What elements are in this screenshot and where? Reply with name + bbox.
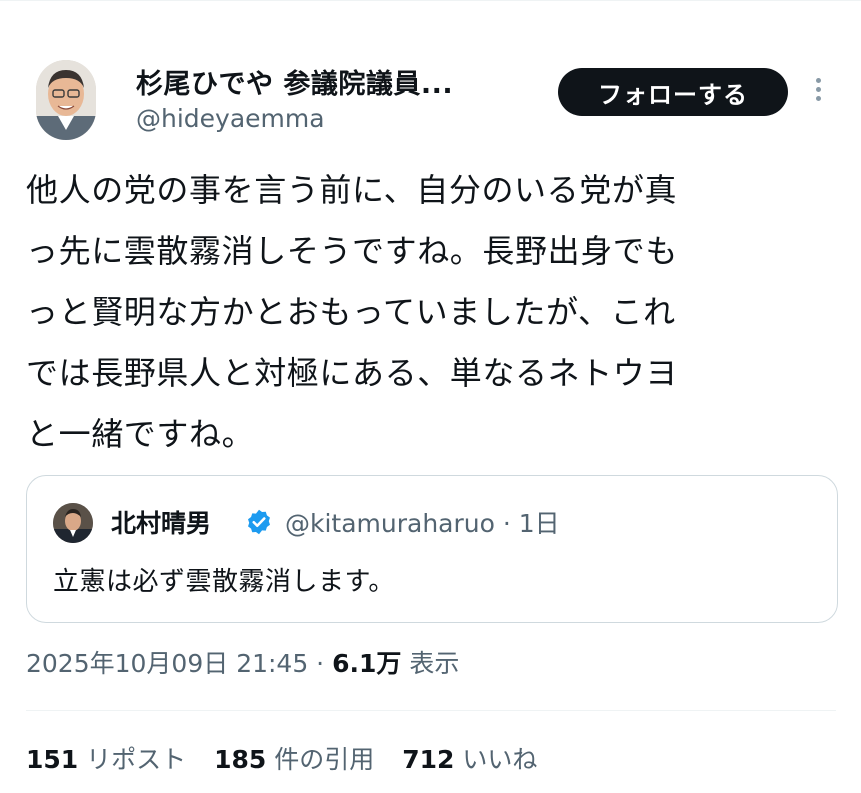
stats-divider — [26, 710, 836, 711]
engagement-stats: 151 リポスト 185 件の引用 712 いいね — [26, 740, 557, 776]
author-avatar-photo — [36, 60, 96, 140]
view-count: 6.1万 — [332, 649, 402, 678]
author-display-name[interactable]: 杉尾ひでや 参議院議員... — [136, 62, 453, 101]
likes-stat[interactable]: 712 いいね — [402, 745, 537, 774]
verified-badge-icon — [248, 509, 270, 535]
quoted-tweet-card[interactable]: 北村晴男 @kitamuraharuo · 1日 立憲は必ず雲散霧消します。 — [26, 475, 838, 623]
quoted-author-handle-time: @kitamuraharuo · 1日 — [285, 509, 560, 538]
top-divider — [0, 0, 861, 1]
tweet-text-line: っと賢明な方かとおもっていましたが、これ — [26, 293, 676, 331]
tweet-datetime[interactable]: 2025年10月09日 21:45 · — [26, 649, 332, 678]
repost-label: リポスト — [78, 745, 187, 774]
quote-label: 件の引用 — [266, 745, 375, 774]
author-handle[interactable]: @hideyaemma — [136, 104, 325, 133]
tweet-text-line: っ先に雲散霧消しそうですね。長野出身でも — [26, 232, 679, 270]
like-count: 712 — [402, 745, 455, 774]
quoted-author-avatar — [53, 503, 93, 543]
like-label: いいね — [454, 745, 538, 774]
follow-button[interactable]: フォローする — [558, 68, 788, 116]
more-vertical-icon[interactable] — [812, 78, 824, 108]
tweet-header: 杉尾ひでや 参議院議員... @hideyaemma フォローする — [26, 56, 836, 146]
tweet-text: 他人の党の事を言う前に、自分のいる党が真 っ先に雲散霧消しそうですね。長野出身で… — [26, 160, 836, 465]
tweet-text-line: と一緒ですね。 — [26, 415, 255, 453]
reposts-stat[interactable]: 151 リポスト — [26, 745, 186, 774]
view-label: 表示 — [401, 649, 460, 678]
tweet-text-line: では長野県人と対極にある、単なるネトウヨ — [26, 354, 679, 392]
tweet-text-line: 他人の党の事を言う前に、自分のいる党が真 — [26, 171, 678, 209]
quoted-avatar-photo — [53, 503, 93, 543]
tweet-meta: 2025年10月09日 21:45 · 6.1万 表示 — [26, 644, 459, 680]
quoted-tweet-text: 立憲は必ず雲散霧消します。 — [53, 567, 395, 597]
quote-count: 185 — [214, 745, 267, 774]
author-avatar[interactable] — [36, 60, 96, 140]
quotes-stat[interactable]: 185 件の引用 — [214, 745, 374, 774]
quoted-author-name: 北村晴男 — [111, 509, 212, 538]
repost-count: 151 — [26, 745, 79, 774]
